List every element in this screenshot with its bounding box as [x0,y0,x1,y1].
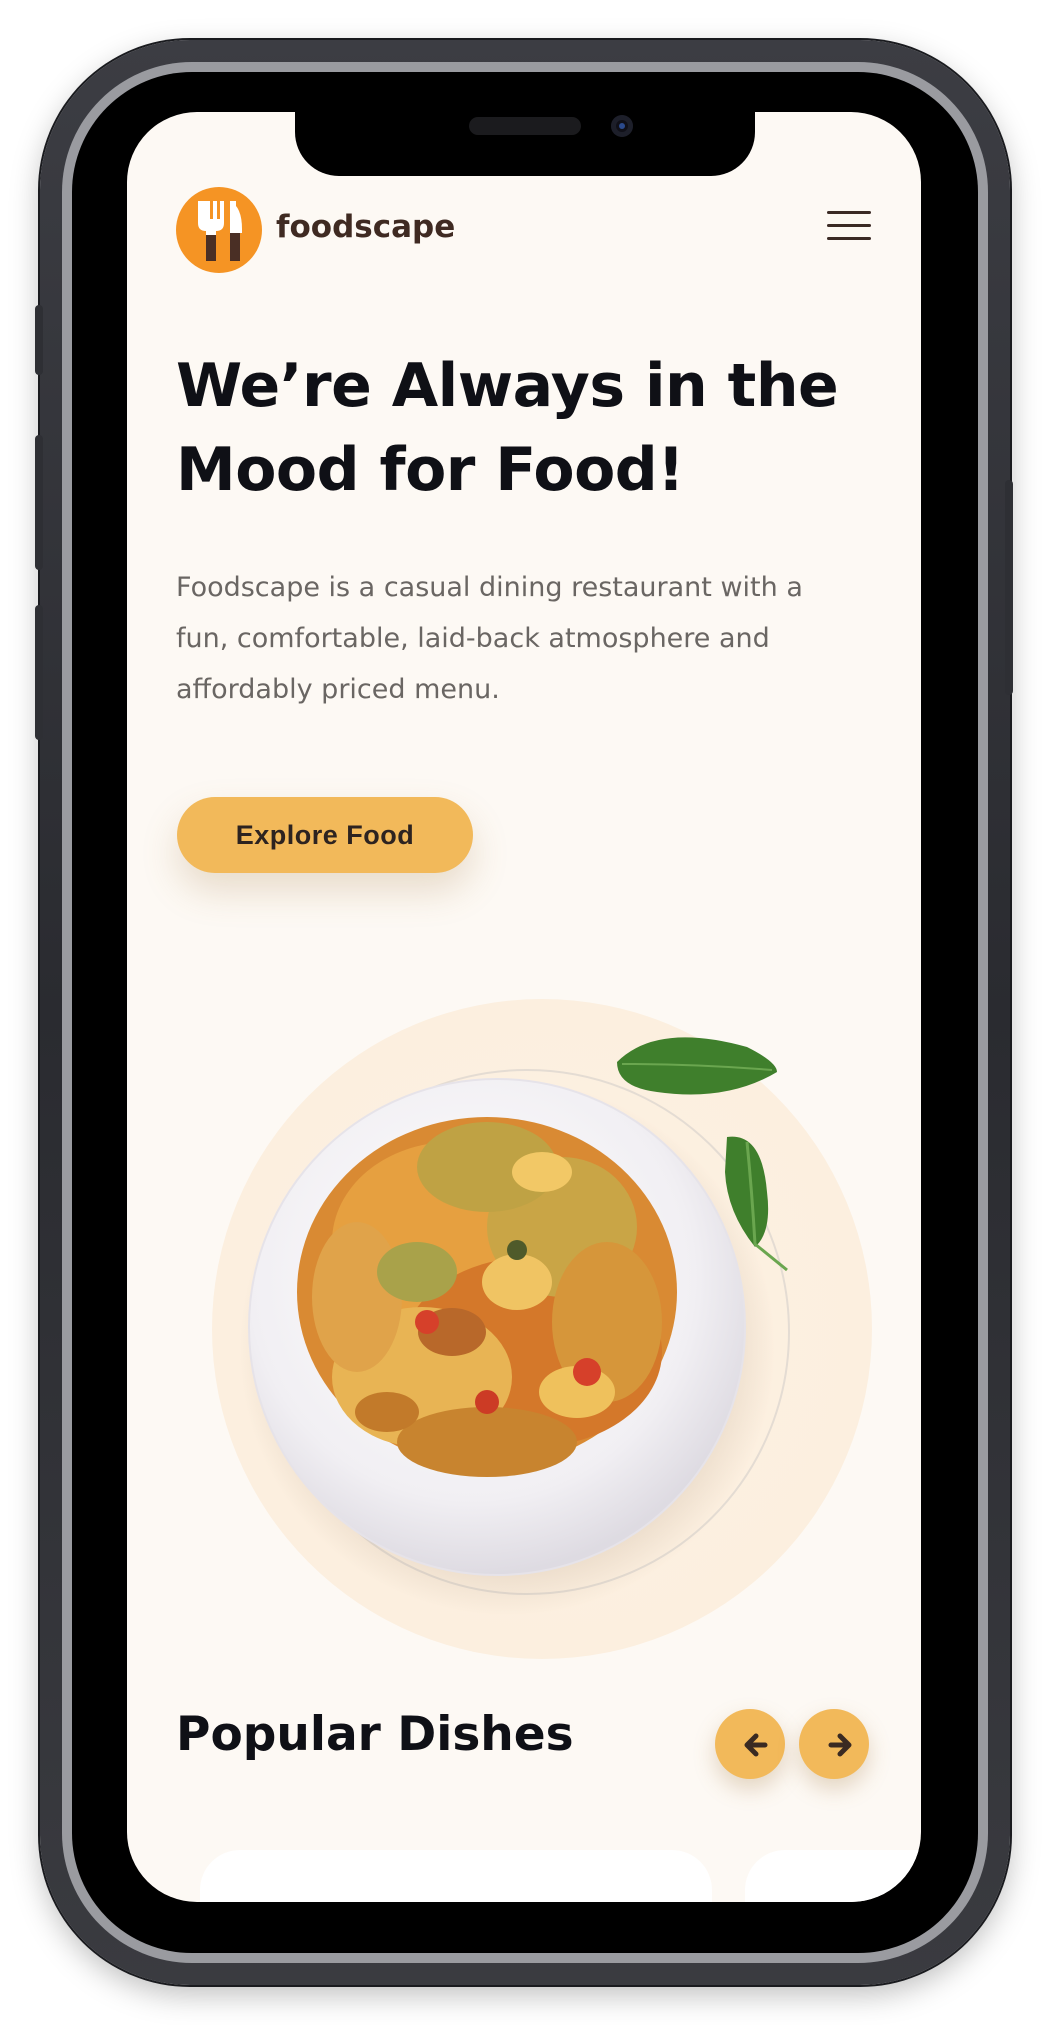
arrow-left-icon [744,1733,768,1757]
hero-title-line-2: Mood for Food! [176,435,685,505]
hero-description-line-2: fun, comfortable, laid-back atmosphere a… [176,623,770,654]
menu-line [827,224,871,227]
hero-description-line-1: Foodscape is a casual dining restaurant … [176,572,803,603]
logo-icon[interactable] [176,187,262,273]
hamburger-menu-icon[interactable] [827,208,873,244]
hero-title: We’re Always in the Mood for Food! [176,344,896,512]
dish-card[interactable] [745,1850,921,1902]
dish-card[interactable] [200,1850,712,1902]
power-button [1005,480,1013,695]
phone-screen: foodscape We’re Always in the Mood for F… [127,112,921,1902]
prev-dishes-button[interactable] [715,1709,785,1779]
brand-name[interactable]: foodscape [276,209,455,245]
silent-switch [35,305,43,375]
menu-line [827,237,871,240]
hero-title-line-1: We’re Always in the [176,351,839,421]
hero-description-line-3: affordably priced menu. [176,674,500,705]
explore-food-button[interactable]: Explore Food [177,797,473,873]
speaker-grille [469,117,581,135]
popular-dishes-title: Popular Dishes [176,1707,574,1762]
phone-notch [295,112,755,176]
hero-description: Foodscape is a casual dining restaurant … [176,562,876,715]
site-header: foodscape [127,172,921,273]
front-camera [611,115,633,137]
volume-up-button [35,435,43,570]
menu-line [827,211,871,214]
volume-down-button [35,605,43,740]
pasta-plate-with-basil-image [187,992,887,1692]
arrow-right-icon [828,1733,852,1757]
next-dishes-button[interactable] [799,1709,869,1779]
